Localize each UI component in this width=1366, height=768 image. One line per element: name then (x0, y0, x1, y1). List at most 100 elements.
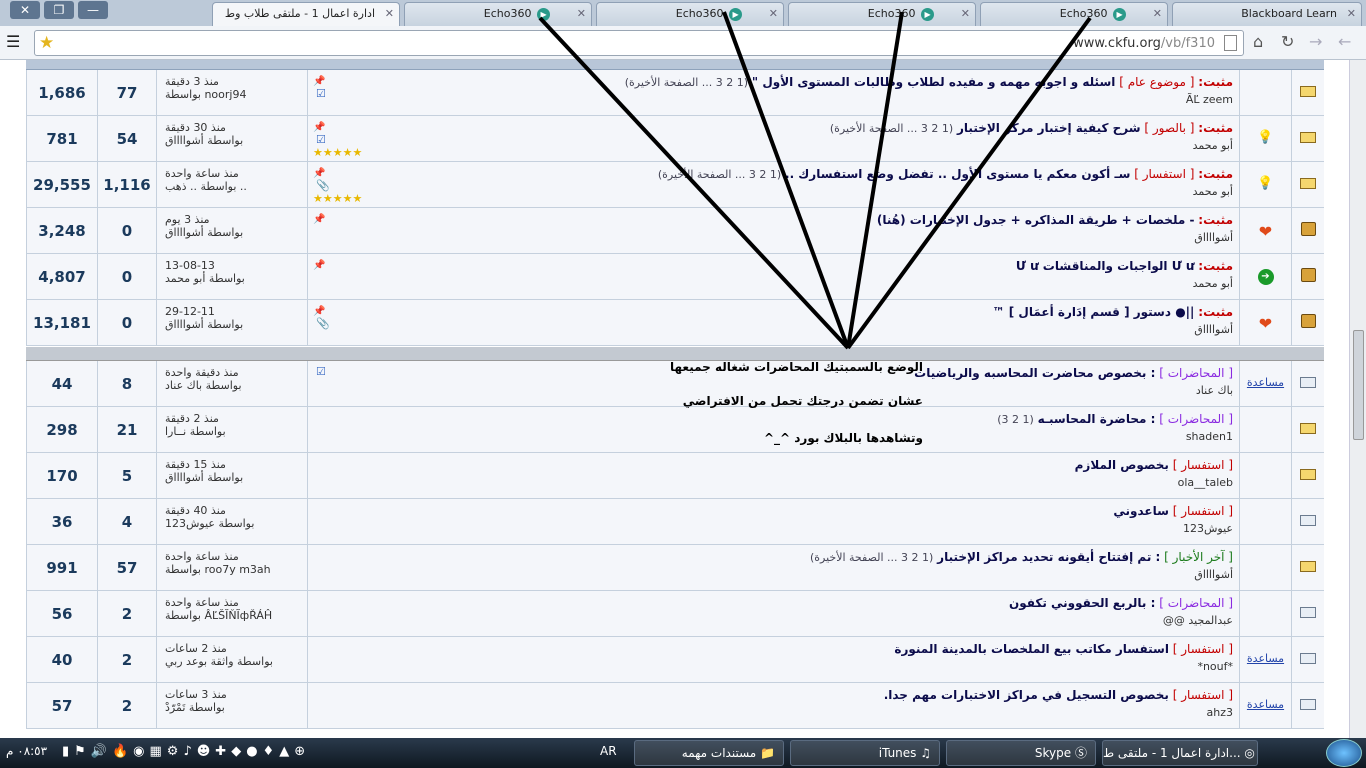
thread-title[interactable]: : بخصوص محاضرت المحاسبه والرياضيات (914, 366, 1155, 380)
replies-count[interactable]: 2 (97, 637, 156, 683)
replies-count[interactable]: 2 (97, 591, 156, 637)
last-post-by[interactable]: بواسطة noorj94 (165, 88, 307, 101)
scrollbar-thumb[interactable] (1353, 330, 1364, 440)
taskbar-item-docs[interactable]: مستندات مهمه 📁 (634, 740, 784, 766)
thread-prefix[interactable]: [ المحاضرات ] (1159, 412, 1233, 426)
address-bar[interactable]: ★ www.ckfu.org/vb/f310 (34, 30, 1244, 56)
thread-author[interactable]: أبو محمد (347, 137, 1233, 154)
thread-prefix[interactable]: [ آخر الأخبار ] (1164, 550, 1233, 564)
replies-count[interactable]: 57 (97, 545, 156, 591)
thread-author[interactable]: عيوش123 (347, 520, 1233, 537)
thread-title[interactable]: ساعدوني (1113, 504, 1169, 518)
last-post-by[interactable]: بواسطة أشوااااق (165, 134, 307, 147)
thread-prefix[interactable]: [ استفسار ] (1173, 504, 1233, 518)
thread-title[interactable]: شرح كيفية إختبار مركز الإختبار (957, 121, 1141, 135)
thread-title[interactable]: Ư ư الواجبات والمناقشات Ư ư (1016, 259, 1195, 273)
last-post-by[interactable]: بواسطة ÂĽŠĬŇĨфŘÁĤ (165, 609, 307, 622)
page-links[interactable]: (1 2 3 ... الصفحة الأخيرة) (830, 122, 953, 135)
thread-prefix[interactable]: [ استفسار ] (1134, 167, 1194, 181)
start-button[interactable] (1326, 739, 1362, 767)
close-tab-icon[interactable]: ✕ (1153, 3, 1162, 25)
replies-count[interactable]: 54 (97, 116, 156, 162)
home-icon[interactable]: ⌂ (1253, 32, 1263, 51)
thread-title[interactable]: : محاضرة المحاسبـه (1038, 412, 1156, 426)
thread-title[interactable]: : تم إفتتاح أيقونه تحديد مراكز الإختبار (937, 550, 1160, 564)
last-post-by[interactable]: بواسطة .. ذهب .. (165, 180, 307, 193)
thread-prefix[interactable]: [ استفسار ] (1173, 688, 1233, 702)
thread-author[interactable]: ahz3 (347, 704, 1234, 721)
close-tab-icon[interactable]: ✕ (1347, 3, 1356, 25)
thread-title[interactable]: ||● دستور [ قسم إدَارة أعمَال ] ™ (993, 305, 1195, 319)
back-icon[interactable]: ← (1338, 32, 1351, 51)
language-indicator[interactable]: AR (600, 744, 617, 758)
thread-prefix[interactable]: [ بالصور ] (1144, 121, 1194, 135)
last-post-by[interactable]: بواسطة أشوااااق (165, 226, 307, 239)
taskbar-item-skype[interactable]: Skype Ⓢ (946, 740, 1096, 766)
scrollbar[interactable] (1349, 60, 1366, 738)
close-tab-icon[interactable]: ✕ (769, 3, 778, 25)
thread-author[interactable]: أشوااااق (347, 321, 1233, 338)
thread-title[interactable]: : بالربع الحقووني تكفون (1009, 596, 1155, 610)
thread-prefix[interactable]: [ المحاضرات ] (1159, 366, 1233, 380)
last-post-by[interactable]: بواسطة roo7y m3ah (165, 563, 307, 576)
thread-title[interactable]: بخصوص الملازم (1075, 458, 1169, 472)
thread-prefix[interactable]: [ المحاضرات ] (1159, 596, 1233, 610)
close-tab-icon[interactable]: ✕ (577, 3, 586, 25)
replies-count[interactable]: 4 (97, 499, 156, 545)
close-window-icon[interactable]: ✕ (10, 1, 40, 19)
thread-title[interactable]: سـ أكون معكم يا مستوى الأول .. تفضل وضع … (785, 167, 1130, 181)
thread-author[interactable]: ÃĽ zeem (347, 91, 1233, 108)
replies-count[interactable]: 2 (97, 683, 156, 729)
last-post-by[interactable]: بواسطة نــارا (165, 425, 307, 438)
browser-tab[interactable]: Echo360 ▶ ✕ (596, 2, 784, 26)
help-link[interactable]: مساعدة (1247, 376, 1284, 389)
thread-title[interactable]: اسئله و اجوبه مهمه و مفيده لطلاب وطالبات… (752, 75, 1115, 89)
thread-title[interactable]: استفسار مكاتب بيع الملخصات بالمدينة المن… (894, 642, 1169, 656)
taskbar-item-itunes[interactable]: iTunes ♫ (790, 740, 940, 766)
replies-count[interactable]: 8 (97, 361, 156, 407)
page-links[interactable]: (1 2 3 ... الصفحة الأخيرة) (625, 76, 748, 89)
thread-author[interactable]: ola__taleb (347, 474, 1233, 491)
thread-author[interactable]: *nouf* (347, 658, 1233, 675)
thread-author[interactable]: أبو محمد (347, 183, 1233, 200)
thread-prefix[interactable]: [ استفسار ] (1173, 642, 1233, 656)
taskbar-item-browser[interactable]: ادارة اعمال 1 - ملتقى ط... ◎ (1102, 740, 1258, 766)
replies-count[interactable]: 21 (97, 407, 156, 453)
browser-tab[interactable]: Blackboard Learn ✕ (1172, 2, 1362, 26)
replies-count[interactable]: 0 (97, 300, 156, 346)
replies-count[interactable]: 0 (97, 254, 156, 300)
last-post-by[interactable]: بواسطة أشوااااق (165, 318, 307, 331)
page-links[interactable]: (1 2 3) (997, 413, 1034, 426)
thread-author[interactable]: أشوااااق (347, 566, 1233, 583)
bookmark-star-icon[interactable]: ★ (39, 33, 54, 53)
thread-title[interactable]: بخصوص التسجيل في مراكز الاختبارات مهم جد… (884, 688, 1169, 702)
thread-prefix[interactable]: [ استفسار ] (1173, 458, 1233, 472)
menu-icon[interactable]: ☰ (6, 34, 22, 50)
last-post-by[interactable]: بواسطة تَمْرّدْ (165, 701, 307, 714)
thread-author[interactable]: أبو محمد (347, 275, 1233, 292)
thread-author[interactable]: أشوااااق (347, 229, 1233, 246)
browser-tab[interactable]: Echo360 ▶ ✕ (404, 2, 592, 26)
help-link[interactable]: مساعدة (1247, 652, 1284, 665)
browser-tab[interactable]: Echo360 ▶ ✕ (788, 2, 976, 26)
thread-title[interactable]: - ملخصات + طريقة المذاكره + جدول الإختبا… (877, 213, 1195, 227)
last-post-by[interactable]: بواسطة واثقة بوعد ربي (165, 655, 307, 668)
replies-count[interactable]: 77 (97, 70, 156, 116)
minimize-window-icon[interactable]: — (78, 1, 108, 19)
browser-tab[interactable]: Echo360 ▶ ✕ (980, 2, 1168, 26)
help-link[interactable]: مساعدة (1247, 698, 1284, 711)
replies-count[interactable]: 0 (97, 208, 156, 254)
last-post-by[interactable]: بواسطة أبو محمد (165, 272, 307, 285)
browser-tab[interactable]: ادارة اعمال 1 - ملتقى طلاب وط ✕ (212, 2, 400, 26)
last-post-by[interactable]: بواسطة عيوش123 (165, 517, 307, 530)
last-post-by[interactable]: بواسطة أشوااااق (165, 471, 307, 484)
forward-icon[interactable]: → (1309, 32, 1322, 51)
thread-author[interactable]: عبدالمجيد @@ (347, 612, 1233, 629)
page-links[interactable]: (1 2 3 ... الصفحة الأخيرة) (810, 551, 933, 564)
page-links[interactable]: (1 2 3 ... الصفحة الأخيرة) (658, 168, 781, 181)
thread-prefix[interactable]: [ موضوع عام ] (1119, 75, 1194, 89)
close-tab-icon[interactable]: ✕ (961, 3, 970, 25)
restore-window-icon[interactable]: ❐ (44, 1, 74, 19)
last-post-by[interactable]: بواسطة باك عناد (165, 379, 307, 392)
replies-count[interactable]: 5 (97, 453, 156, 499)
